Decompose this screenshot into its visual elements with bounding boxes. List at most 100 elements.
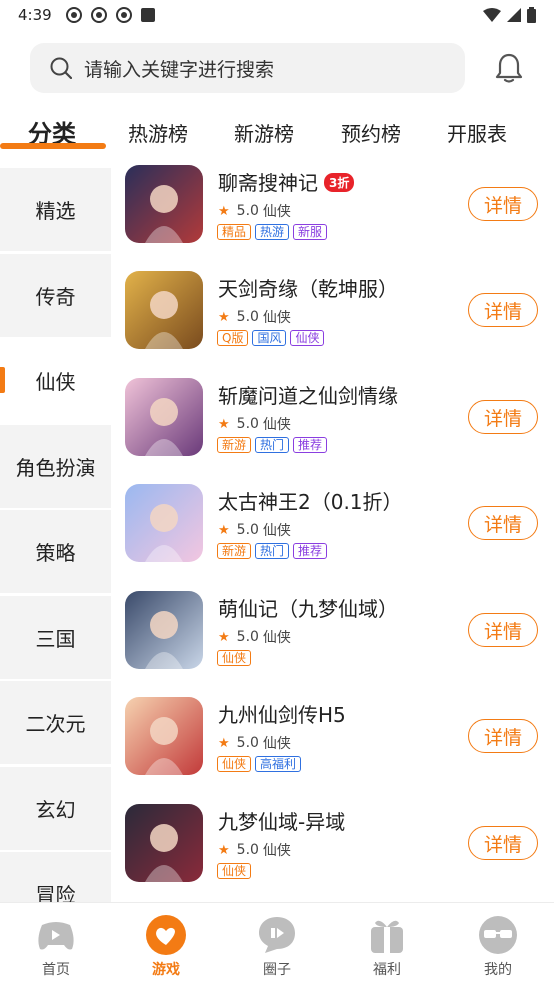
game-title[interactable]: 萌仙记（九梦仙域）: [218, 593, 398, 622]
game-tags: 仙侠: [217, 863, 252, 879]
notification-icon: [90, 7, 107, 23]
category-item[interactable]: 三国: [0, 596, 111, 679]
signal-icon: [507, 8, 521, 22]
tab-new-ranking[interactable]: 新游榜: [234, 118, 294, 147]
game-genre: 仙侠: [262, 736, 291, 752]
game-tag: 国风: [252, 330, 287, 346]
rating-score: 5.0: [236, 842, 259, 858]
game-tags: Q版 国风 仙侠: [217, 330, 325, 346]
game-tag: 仙侠: [217, 863, 252, 879]
notification-icon: [65, 7, 82, 23]
game-list-item[interactable]: 斩魔问道之仙剑情缘 ★ 5.0 仙侠 新游 热门 推荐 详情: [111, 378, 554, 484]
search-bar[interactable]: 请输入关键字进行搜索: [30, 43, 465, 93]
nav-label: 福利: [373, 962, 401, 978]
star-icon: ★: [218, 203, 230, 219]
game-title[interactable]: 天剑奇缘（乾坤服）: [218, 273, 398, 302]
rating-score: 5.0: [236, 309, 259, 325]
nav-community[interactable]: 圈子: [237, 915, 317, 979]
tab-reservation-ranking[interactable]: 预约榜: [341, 118, 401, 147]
game-title[interactable]: 太古神王2（0.1折）: [218, 486, 403, 515]
game-tag: 推荐: [293, 543, 328, 559]
game-genre: 仙侠: [262, 417, 291, 433]
game-rating: ★ 5.0 仙侠: [218, 733, 291, 753]
nav-home[interactable]: 首页: [16, 915, 96, 979]
game-genre: 仙侠: [262, 204, 291, 220]
category-item[interactable]: 二次元: [0, 681, 111, 764]
nav-profile[interactable]: 我的: [458, 915, 538, 979]
game-rating: ★ 5.0 仙侠: [218, 520, 291, 540]
game-title[interactable]: 斩魔问道之仙剑情缘: [218, 380, 398, 409]
game-icon[interactable]: [125, 271, 203, 349]
category-item[interactable]: 角色扮演: [0, 425, 111, 508]
game-genre: 仙侠: [262, 310, 291, 326]
game-rating: ★ 5.0 仙侠: [218, 840, 291, 860]
notification-icon: [115, 7, 132, 23]
star-icon: ★: [218, 522, 230, 538]
gift-icon: [371, 920, 403, 953]
detail-button[interactable]: 详情: [468, 293, 538, 327]
game-genre: 仙侠: [262, 523, 291, 539]
game-icon[interactable]: [125, 697, 203, 775]
top-tabs: 分类 热游榜 新游榜 预约榜 开服表: [0, 112, 554, 156]
star-icon: ★: [218, 309, 230, 325]
game-list-item[interactable]: 天剑奇缘（乾坤服） ★ 5.0 仙侠 Q版 国风 仙侠 详情: [111, 271, 554, 377]
game-tag: 热游: [255, 224, 290, 240]
tab-hot-ranking[interactable]: 热游榜: [128, 118, 188, 147]
star-icon: ★: [218, 416, 230, 432]
profile-face-icon: [479, 916, 517, 954]
detail-button[interactable]: 详情: [468, 826, 538, 860]
game-icon[interactable]: [125, 484, 203, 562]
chat-bubble-icon: [259, 917, 295, 953]
game-name: 太古神王2（0.1折）: [218, 490, 403, 514]
detail-button[interactable]: 详情: [468, 187, 538, 221]
game-list-item[interactable]: 萌仙记（九梦仙域） ★ 5.0 仙侠 仙侠 详情: [111, 591, 554, 697]
game-title[interactable]: 九梦仙域-异域: [218, 806, 345, 835]
game-list-item[interactable]: 九州仙剑传H5 ★ 5.0 仙侠 仙侠 高福利 详情: [111, 697, 554, 803]
star-icon: ★: [218, 735, 230, 751]
category-item[interactable]: 精选: [0, 168, 111, 251]
detail-button[interactable]: 详情: [468, 719, 538, 753]
nav-label: 首页: [42, 962, 70, 978]
bell-icon[interactable]: [494, 52, 524, 84]
game-tag: 新游: [217, 543, 252, 559]
bottom-navigation: 首页 游戏 圈子 福利 我的: [0, 902, 554, 984]
game-list: 聊斋搜神记 3折 ★ 5.0 仙侠 精品 热游 新服 详情 天剑奇缘（乾坤服） ★ 5.0 仙侠 Q版 国风…: [111, 165, 554, 902]
game-tag: 仙侠: [217, 650, 252, 666]
category-item-active[interactable]: 仙侠: [0, 339, 111, 422]
status-time: 4:39: [18, 6, 52, 24]
gamepad-icon: [38, 922, 74, 950]
category-item[interactable]: 玄幻: [0, 767, 111, 850]
tab-server-schedule[interactable]: 开服表: [447, 118, 507, 147]
rating-score: 5.0: [236, 629, 259, 645]
category-item[interactable]: 传奇: [0, 254, 111, 337]
detail-button[interactable]: 详情: [468, 506, 538, 540]
game-icon[interactable]: [125, 804, 203, 882]
game-list-item[interactable]: 太古神王2（0.1折） ★ 5.0 仙侠新游 热门 推荐 详情: [111, 484, 554, 590]
game-tag: 热门: [255, 543, 290, 559]
nav-games[interactable]: 游戏: [126, 915, 206, 979]
game-name: 九梦仙域-异域: [218, 810, 346, 834]
system-status-icons: [483, 7, 536, 23]
detail-button[interactable]: 详情: [468, 613, 538, 647]
category-item[interactable]: 策略: [0, 510, 111, 593]
detail-button[interactable]: 详情: [468, 400, 538, 434]
search-placeholder: 请输入关键字进行搜索: [84, 58, 275, 81]
nav-welfare[interactable]: 福利: [347, 915, 427, 979]
game-list-item[interactable]: 聊斋搜神记 3折 ★ 5.0 仙侠 精品 热游 新服 详情: [111, 165, 554, 271]
game-tag: 推荐: [293, 437, 328, 453]
game-name: 聊斋搜神记: [218, 171, 318, 195]
game-genre: 仙侠: [262, 630, 291, 646]
game-tags: 精品 热游 新服: [217, 224, 328, 240]
game-tag: 仙侠: [290, 330, 325, 346]
active-tab-indicator: [0, 143, 106, 149]
game-rating: ★ 5.0 仙侠: [218, 414, 291, 434]
game-tag: 仙侠: [217, 756, 252, 772]
rating-score: 5.0: [236, 735, 259, 751]
game-list-item[interactable]: 九梦仙域-异域 ★ 5.0 仙侠仙侠 详情: [111, 804, 554, 902]
game-title[interactable]: 聊斋搜神记 3折: [218, 167, 355, 196]
game-title[interactable]: 九州仙剑传H5: [218, 699, 346, 728]
category-item[interactable]: 冒险: [0, 852, 111, 902]
game-icon[interactable]: [125, 378, 203, 456]
game-icon[interactable]: [125, 591, 203, 669]
game-icon[interactable]: [125, 165, 203, 243]
